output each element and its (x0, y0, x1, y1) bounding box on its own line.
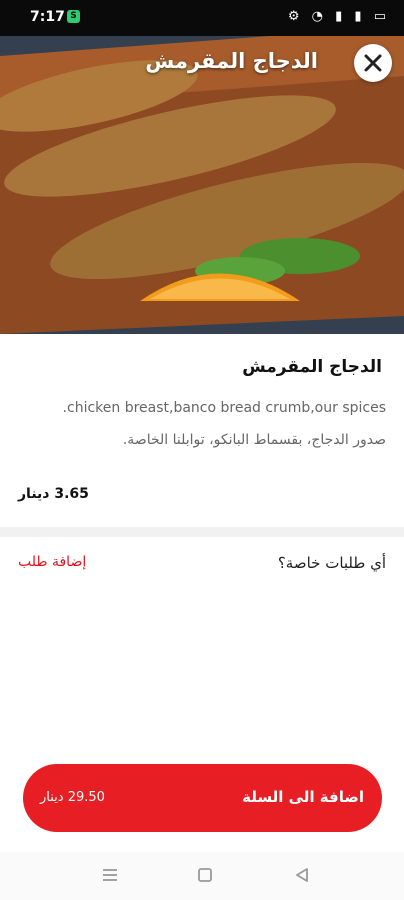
product-price: 3.65 دينار (18, 486, 89, 502)
back-icon[interactable] (293, 866, 311, 884)
status-bar: 7:17 S ⚙ ◔ ▮ ▮ ▭ (0, 0, 404, 36)
status-icons: ⚙ ◔ ▮ ▮ ▭ (287, 9, 390, 24)
section-divider (0, 527, 404, 537)
hero-title: الدجاج المقرمش (145, 49, 318, 73)
app-notification-icon: S (67, 10, 80, 23)
add-to-cart-label: اضافة الى السلة (242, 788, 364, 806)
home-icon[interactable] (196, 866, 214, 884)
menu-icon[interactable] (101, 866, 119, 884)
product-description-en: .chicken breast,banco bread crumb,our sp… (62, 400, 386, 416)
close-icon (364, 54, 382, 72)
system-nav-bar (0, 852, 404, 900)
product-name: الدجاج المقرمش (242, 357, 382, 377)
food-photo (0, 36, 404, 334)
add-request-link[interactable]: إضافة طلب (18, 554, 86, 570)
product-details: الدجاج المقرمش .chicken breast,banco bre… (0, 334, 404, 527)
add-to-cart-button[interactable]: اضافة الى السلة 29.50 دينار (23, 764, 382, 832)
cart-total-price: 29.50 دينار (40, 790, 105, 805)
product-description-ar: صدور الدجاج، بقسماط البانكو، توابلنا الخ… (122, 432, 386, 448)
special-requests-label: أي طلبات خاصة؟ (277, 554, 386, 572)
status-time: 7:17 (30, 9, 65, 25)
hero-image: الدجاج المقرمش (0, 36, 404, 334)
close-button[interactable] (354, 44, 392, 82)
